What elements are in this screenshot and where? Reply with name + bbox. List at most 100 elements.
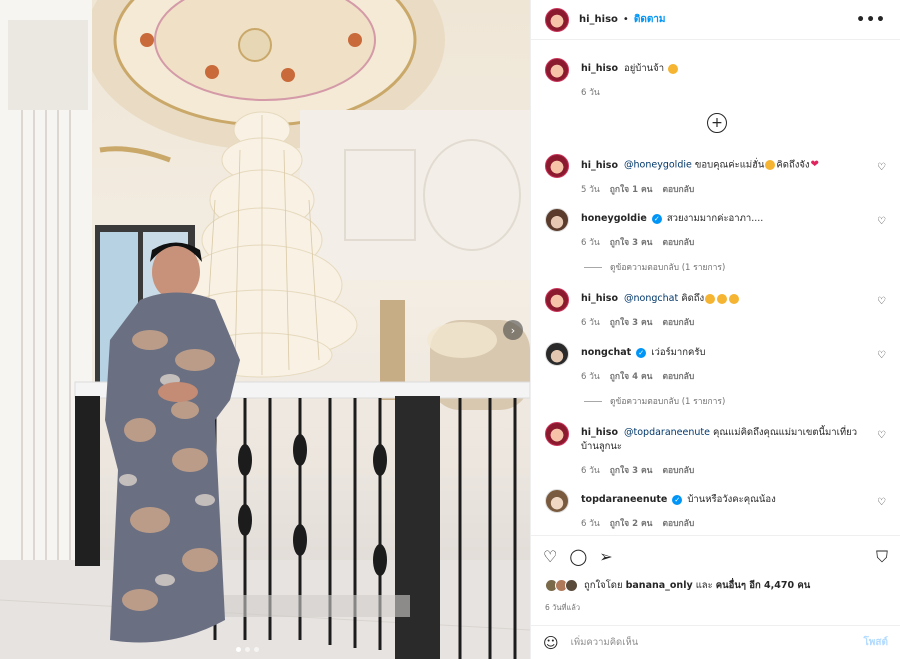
commenter-avatar[interactable] [545,154,569,178]
replies-line [584,400,602,402]
comment-like-heart-icon[interactable]: ♡ [877,162,886,173]
emoji-picker-icon[interactable]: ☺ [543,634,559,652]
star-eyes-emoji-icon [765,160,776,170]
comment-item: hi_hiso @nongchat คิดถึง 6 วัน ถูกใจ 3 ค… [545,288,890,330]
verified-badge-icon: ✓ [636,347,647,358]
comment-icon[interactable]: ◯ [569,548,587,565]
view-replies-button[interactable]: ดูข้อความตอบกลับ (1 รายการ) [584,260,725,274]
reply-button[interactable]: ตอบกลับ [662,183,694,197]
liker-avatars[interactable] [545,579,578,592]
comment-time[interactable]: 6 วัน [581,370,600,384]
comment-likes[interactable]: ถูกใจ 4 คน [610,370,653,384]
comments-list: hi_hiso อยู่บ้านจ้า 6 วัน + hi_hiso @hon… [531,40,900,535]
next-photo-button[interactable]: › [503,320,523,340]
comment-like-heart-icon[interactable]: ♡ [877,430,886,441]
comment-text: เว่อร์มากครับ [651,347,706,358]
red-heart-emoji-icon: ❤ [810,159,819,170]
separator-dot: • [622,14,629,25]
view-replies-label[interactable]: ดูข้อความตอบกลับ (1 รายการ) [610,394,725,408]
view-replies-label[interactable]: ดูข้อความตอบกลับ (1 รายการ) [610,260,725,274]
comment-item: hi_hiso @topdaraneenute คุณแม่คิดถึงคุณแ… [545,422,890,478]
comment-mention[interactable]: @nongchat [624,293,678,304]
commenter-avatar[interactable] [545,422,569,446]
star-eyes-emoji-icon [668,63,679,74]
post-side-panel: hi_hiso • ติดตาม ••• hi_hiso อยู่บ้านจ้า… [530,0,900,659]
verified-badge-icon: ✓ [651,213,662,224]
comment-likes[interactable]: ถูกใจ 2 คน [610,517,653,531]
author-avatar[interactable] [545,7,569,32]
replies-line [584,266,602,268]
comment-text: ขอบคุณค่ะแม่ฮั่น [694,159,765,171]
post-photo[interactable]: › [0,0,530,659]
view-replies-button[interactable]: ดูข้อความตอบกลับ (1 รายการ) [584,394,725,408]
comment-likes[interactable]: ถูกใจ 3 คน [610,316,653,330]
likes-summary: ถูกใจโดย banana_only และ คนอื่นๆ อีก 4,4… [545,578,810,593]
star-eyes-emoji-icon [717,293,728,304]
share-icon[interactable]: ➢ [599,548,612,565]
reply-button[interactable]: ตอบกลับ [662,517,694,531]
other-likers-link[interactable]: คนอื่นๆ อีก 4,470 คน [716,578,810,593]
commenter-avatar[interactable] [545,208,569,232]
caption-time[interactable]: 6 วัน [581,86,600,100]
reply-button[interactable]: ตอบกลับ [662,370,694,384]
comment-time[interactable]: 6 วัน [581,236,600,250]
author-avatar[interactable] [545,58,569,82]
caption: hi_hiso อยู่บ้านจ้า 6 วัน [545,58,890,100]
post-comment-button[interactable]: โพสต์ [863,635,888,650]
comment-text-2: คิดถึงจัง [776,159,810,171]
instagram-post-modal: › hi_hiso • ติดตาม ••• hi_hiso อยู่บ้านจ… [0,0,900,659]
likes-prefix: ถูกใจโดย [584,580,623,591]
post-actions-bar: ♡ ◯ ➢ ⛉ [531,535,900,577]
comment-mention[interactable]: @topdaraneenute [624,427,710,438]
comment-time[interactable]: 6 วัน [581,464,600,478]
heart-icon[interactable]: ♡ [543,548,557,565]
reply-button[interactable]: ตอบกลับ [662,464,694,478]
reply-button[interactable]: ตอบกลับ [662,236,694,250]
comment-likes[interactable]: ถูกใจ 3 คน [610,464,653,478]
bookmark-icon[interactable]: ⛉ [876,548,888,565]
carousel-dot [245,647,250,652]
more-options-icon[interactable]: ••• [856,12,886,28]
comment-like-heart-icon[interactable]: ♡ [877,296,886,307]
comment-time[interactable]: 6 วัน [581,517,600,531]
comment-text: คิดถึง [681,293,705,304]
comment-item: honeygoldie ✓ สวยงามมากค่ะอาภา.... 6 วัน … [545,208,890,250]
commenter-avatar[interactable] [545,288,569,312]
caption-text: อยู่บ้านจ้า [624,63,665,74]
post-timestamp[interactable]: 6 วันที่แล้ว [545,602,580,614]
comment-input[interactable]: เพิ่มความคิดเห็น [571,635,639,650]
comment-username[interactable]: honeygoldie [581,213,647,224]
comment-like-heart-icon[interactable]: ♡ [877,497,886,508]
first-liker-username[interactable]: banana_only [626,580,693,591]
comment-like-heart-icon[interactable]: ♡ [877,350,886,361]
comment-likes[interactable]: ถูกใจ 1 คน [610,183,653,197]
load-more-comments-button[interactable]: + [707,113,727,133]
post-header: hi_hiso • ติดตาม ••• [531,0,900,40]
comment-like-heart-icon[interactable]: ♡ [877,216,886,227]
likes-joiner: และ [695,580,713,591]
caption-username[interactable]: hi_hiso [581,63,618,74]
comment-username[interactable]: hi_hiso [581,160,618,171]
comment-likes[interactable]: ถูกใจ 3 คน [610,236,653,250]
verified-badge-icon: ✓ [672,494,683,505]
commenter-avatar[interactable] [545,489,569,513]
comment-username[interactable]: nongchat [581,347,631,358]
comment-username[interactable]: hi_hiso [581,427,618,438]
comment-username[interactable]: hi_hiso [581,293,618,304]
comment-item: topdaraneenute ✓ บ้านหรือวังคะคุณน้อง 6 ว… [545,489,890,531]
star-eyes-emoji-icon [705,293,716,304]
comment-text: บ้านหรือวังคะคุณน้อง [687,494,776,505]
carousel-dots [236,647,259,652]
add-comment-bar: ☺ เพิ่มความคิดเห็น โพสต์ [531,625,900,659]
follow-button[interactable]: ติดตาม [634,12,666,27]
commenter-avatar[interactable] [545,342,569,366]
author-username[interactable]: hi_hiso [579,14,618,25]
comment-time[interactable]: 6 วัน [581,316,600,330]
carousel-dot [254,647,259,652]
carousel-dot-active [236,647,241,652]
comment-username[interactable]: topdaraneenute [581,494,667,505]
comment-time[interactable]: 5 วัน [581,183,600,197]
photo-scene [0,0,530,659]
comment-mention[interactable]: @honeygoldie [624,160,692,171]
reply-button[interactable]: ตอบกลับ [662,316,694,330]
